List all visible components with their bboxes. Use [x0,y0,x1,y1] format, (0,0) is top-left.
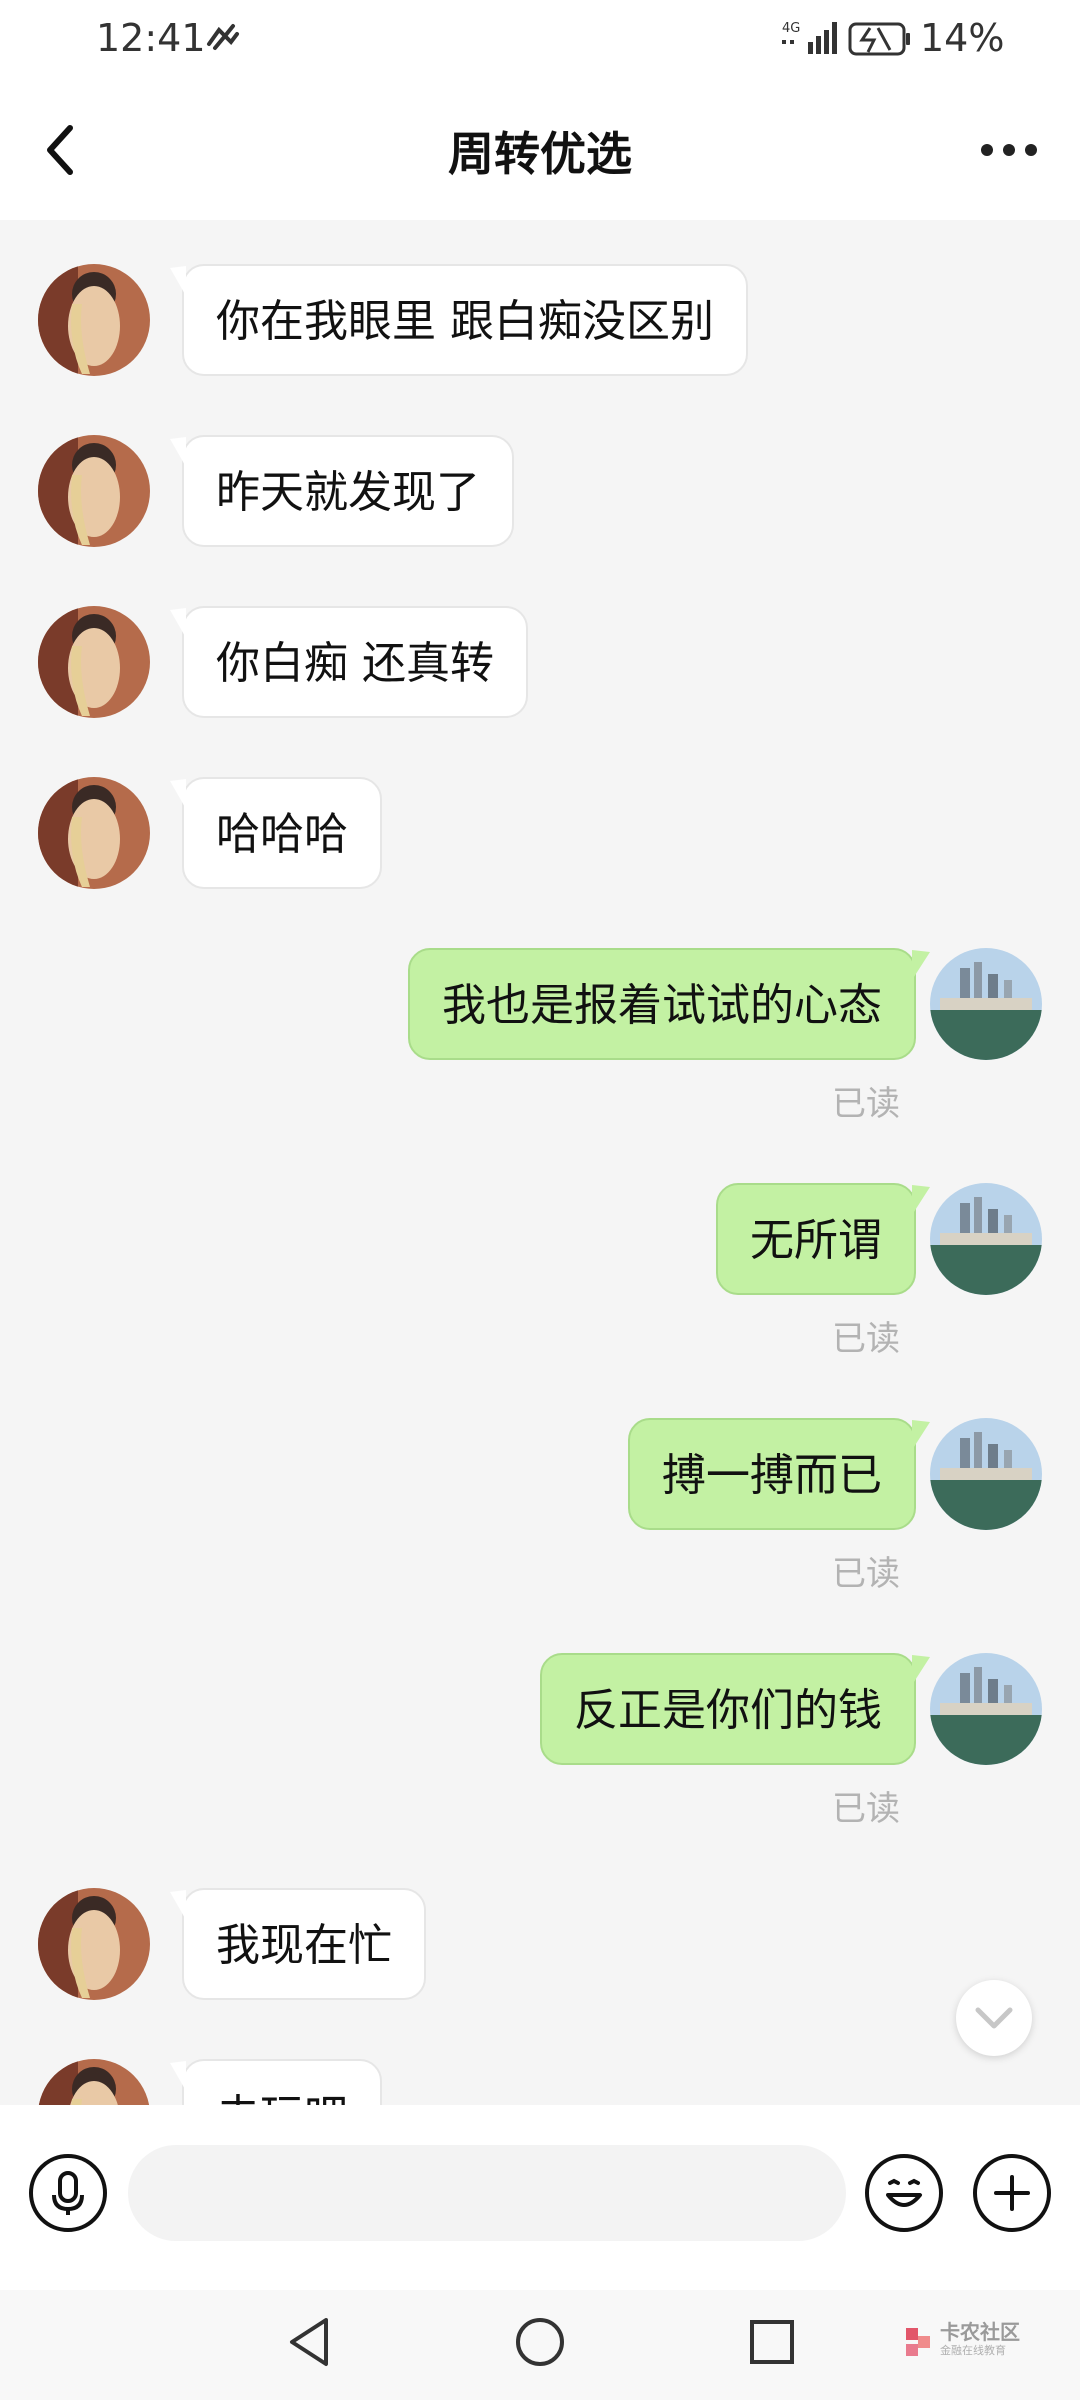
my-avatar[interactable] [930,948,1042,1060]
watermark-title: 卡农社区 [940,2320,1020,2344]
status-time: 12:41 [96,16,206,60]
contact-avatar[interactable] [38,1888,150,2000]
chat-header: 周转优选 [0,80,1080,220]
contact-avatar[interactable] [38,264,150,376]
message-bubble[interactable]: 去玩吧 [170,2059,382,2105]
message-bubble[interactable]: 无所谓 [716,1183,930,1295]
microphone-icon [29,2154,107,2232]
contact-avatar[interactable] [38,2059,150,2105]
more-options-button[interactable] [975,122,1045,178]
network-type-label: 4G [782,21,800,36]
watermark-logo-icon [906,2328,930,2356]
message-bubble[interactable]: 你白痴 还真转 [170,606,528,718]
contact-avatar[interactable] [38,435,150,547]
my-avatar[interactable] [930,1653,1042,1765]
contact-avatar[interactable] [38,777,150,889]
watermark-subtitle: 金融在线教育 [940,2344,1006,2357]
read-receipt: 已读 [832,1554,900,1594]
message-bubble[interactable]: 你在我眼里 跟白痴没区别 [170,264,748,376]
plus-icon [973,2154,1051,2232]
battery-icon [848,22,912,60]
data-saver-icon [205,22,241,56]
nav-home-button[interactable] [512,2312,568,2376]
contact-avatar[interactable] [38,606,150,718]
chat-message-list[interactable]: 你在我眼里 跟白痴没区别 昨天就发现了 你白痴 还真转 哈哈哈 我也是报着试试的… [0,220,1080,2105]
message-bubble[interactable]: 哈哈哈 [170,777,382,889]
watermark: 卡农社区 金融在线教育 [900,2316,1060,2376]
my-avatar[interactable] [930,1183,1042,1295]
ellipsis-icon [981,144,1037,156]
triangle-back-icon [290,2318,328,2366]
emoji-button[interactable] [864,2153,944,2233]
message-input[interactable] [128,2145,846,2241]
message-bubble[interactable]: 反正是你们的钱 [540,1653,930,1765]
more-attachments-button[interactable] [972,2153,1052,2233]
message-input-bar [0,2105,1080,2290]
page-title: 周转优选 [448,127,632,181]
nav-back-button[interactable] [282,2312,338,2376]
my-avatar[interactable] [930,1418,1042,1530]
message-bubble[interactable]: 昨天就发现了 [170,435,514,547]
signal-icon: 4G [780,18,840,62]
smiley-icon [865,2154,943,2232]
scroll-to-bottom-button[interactable] [956,1980,1032,2056]
read-receipt: 已读 [832,1789,900,1829]
message-bubble[interactable]: 我也是报着试试的心态 [408,948,930,1060]
system-nav-bar: 卡农社区 金融在线教育 [0,2290,1080,2400]
chevron-down-icon [975,2007,1013,2029]
square-recents-icon [750,2320,794,2364]
read-receipt: 已读 [832,1084,900,1124]
circle-home-icon [516,2318,564,2366]
message-bubble[interactable]: 搏一搏而已 [628,1418,930,1530]
message-bubble[interactable]: 我现在忙 [170,1888,426,2000]
status-bar: 12:41 4G 14% [0,0,1080,80]
nav-recents-button[interactable] [744,2312,800,2376]
read-receipt: 已读 [832,1319,900,1359]
battery-percent: 14% [920,16,1005,60]
voice-input-button[interactable] [28,2153,108,2233]
